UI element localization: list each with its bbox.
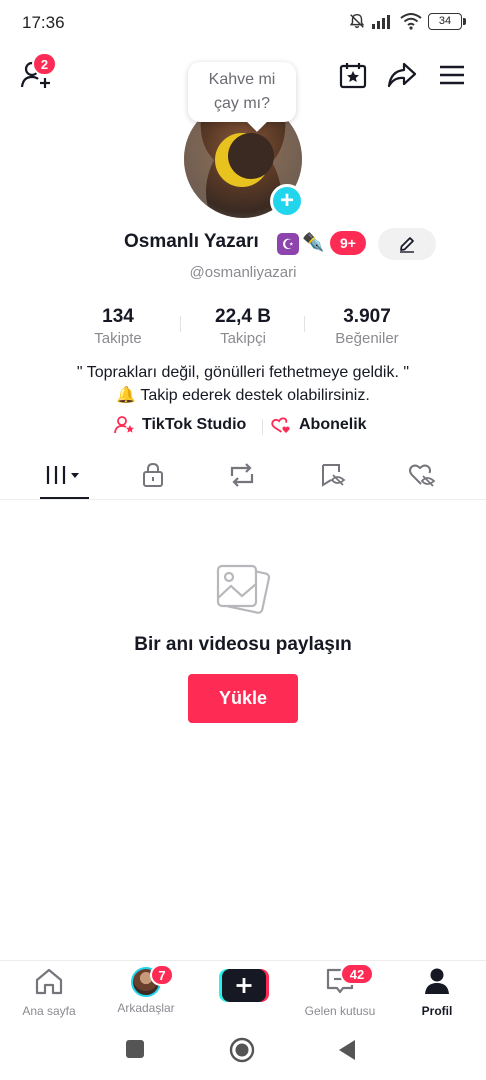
empty-state-image bbox=[214, 560, 272, 623]
profile-stats: 134 Takipte 22,4 B Takipçi 3.907 Beğenil… bbox=[0, 306, 486, 350]
videos-grid-icon bbox=[46, 466, 79, 484]
note-bubble[interactable]: Kahve mi çay mı? bbox=[188, 62, 296, 122]
profile-bio: " Toprakları değil, gönülleri fethetmeye… bbox=[0, 361, 486, 407]
username: @osmanliyazari bbox=[189, 264, 297, 281]
back-triangle-icon[interactable] bbox=[337, 1038, 357, 1062]
calendar-button[interactable] bbox=[336, 58, 370, 92]
notifications-badge[interactable]: 9+ bbox=[330, 231, 366, 255]
studio-user-star-icon bbox=[114, 416, 134, 434]
calendar-star-icon bbox=[339, 63, 367, 89]
status-icons: 34 bbox=[348, 12, 466, 30]
wifi-icon bbox=[400, 13, 422, 30]
system-navigation-bar bbox=[0, 1022, 486, 1080]
home-icon bbox=[35, 968, 63, 995]
favorites-hidden-icon bbox=[322, 464, 346, 487]
pencil-icon bbox=[400, 237, 414, 253]
followers-label: Takipçi bbox=[220, 330, 266, 347]
nav-home-label: Ana sayfa bbox=[22, 1004, 76, 1018]
friend-requests-badge: 2 bbox=[32, 52, 57, 76]
create-button[interactable] bbox=[219, 969, 269, 1002]
tab-liked[interactable] bbox=[393, 452, 453, 498]
nav-friends[interactable]: Arkadaşlar bbox=[98, 967, 194, 1015]
tab-private[interactable] bbox=[123, 452, 183, 498]
display-name: Osmanlı Yazarı bbox=[124, 231, 259, 252]
tiktok-studio-label: TikTok Studio bbox=[142, 416, 247, 433]
nav-profile[interactable]: Profil bbox=[389, 967, 485, 1018]
note-line-1: Kahve mi bbox=[208, 71, 276, 88]
photos-icon bbox=[216, 564, 271, 614]
tab-videos[interactable] bbox=[34, 452, 94, 498]
home-circle-icon[interactable] bbox=[229, 1037, 255, 1063]
add-avatar-button[interactable]: + bbox=[270, 184, 304, 218]
bio-line-1: " Toprakları değil, gönülleri fethetmeye… bbox=[76, 364, 410, 381]
pen-emoji: ✒️ bbox=[302, 232, 325, 252]
nav-friends-label: Arkadaşlar bbox=[117, 1001, 175, 1015]
signal-icon bbox=[372, 15, 390, 29]
liked-hidden-icon bbox=[409, 464, 436, 487]
repost-icon bbox=[230, 463, 254, 487]
recents-square-icon[interactable] bbox=[125, 1039, 145, 1059]
tab-favorites[interactable] bbox=[303, 452, 363, 498]
edit-profile-button[interactable] bbox=[378, 228, 436, 260]
hamburger-menu-icon bbox=[440, 65, 464, 85]
name-row: Osmanlı Yazarı ☪ ✒️ 9+ bbox=[0, 228, 486, 260]
profile-icon bbox=[425, 968, 449, 994]
profile-tabs bbox=[0, 452, 486, 500]
likes-label: Beğeniler bbox=[335, 330, 399, 347]
active-tab-indicator bbox=[40, 497, 89, 499]
subscription-hearts-icon bbox=[271, 417, 290, 433]
share-profile-button[interactable] bbox=[385, 58, 419, 92]
create-plus-icon bbox=[219, 969, 269, 1002]
bottom-navigation: Ana sayfa Arkadaşlar 7 Gelen kutusu 42 P… bbox=[0, 960, 486, 1020]
stat-following[interactable]: 134 Takipte bbox=[58, 306, 178, 347]
tiktok-studio-link[interactable]: TikTok Studio bbox=[114, 415, 246, 435]
inbox-badge: 42 bbox=[340, 963, 374, 985]
share-icon bbox=[387, 62, 417, 88]
nav-home[interactable]: Ana sayfa bbox=[1, 967, 97, 1018]
note-line-2: çay mı? bbox=[213, 95, 270, 112]
tab-reposts[interactable] bbox=[212, 452, 272, 498]
links-divider bbox=[262, 419, 263, 435]
subscription-link[interactable]: Abonelik bbox=[271, 415, 367, 435]
bell-muted-icon bbox=[349, 13, 365, 29]
upload-button[interactable]: Yükle bbox=[188, 674, 298, 723]
battery-indicator: 34 bbox=[428, 12, 466, 30]
stat-divider bbox=[304, 316, 305, 332]
status-time: 17:36 bbox=[22, 13, 65, 32]
stat-likes[interactable]: 3.907 Beğeniler bbox=[307, 306, 427, 347]
friends-badge: 7 bbox=[150, 964, 174, 986]
nav-profile-label: Profil bbox=[421, 1004, 453, 1018]
following-count: 134 bbox=[102, 306, 134, 327]
empty-state-title: Bir anı videosu paylaşın bbox=[134, 634, 352, 655]
stat-divider bbox=[180, 316, 181, 332]
nav-inbox-label: Gelen kutusu bbox=[304, 1004, 376, 1018]
stat-followers[interactable]: 22,4 B Takipçi bbox=[183, 306, 303, 347]
likes-count: 3.907 bbox=[343, 306, 391, 327]
profile-links: TikTok Studio Abonelik bbox=[0, 415, 486, 439]
bio-line-2: 🔔 Takip ederek destek olabilirsiniz. bbox=[116, 387, 370, 404]
subscription-label: Abonelik bbox=[299, 416, 367, 433]
crescent-emoji: ☪ bbox=[277, 233, 299, 255]
battery-level: 34 bbox=[438, 15, 452, 27]
menu-button[interactable] bbox=[436, 60, 468, 90]
status-bar: 17:36 34 bbox=[0, 0, 486, 46]
lock-icon bbox=[143, 462, 163, 487]
followers-count: 22,4 B bbox=[215, 306, 271, 327]
following-label: Takipte bbox=[94, 330, 142, 347]
